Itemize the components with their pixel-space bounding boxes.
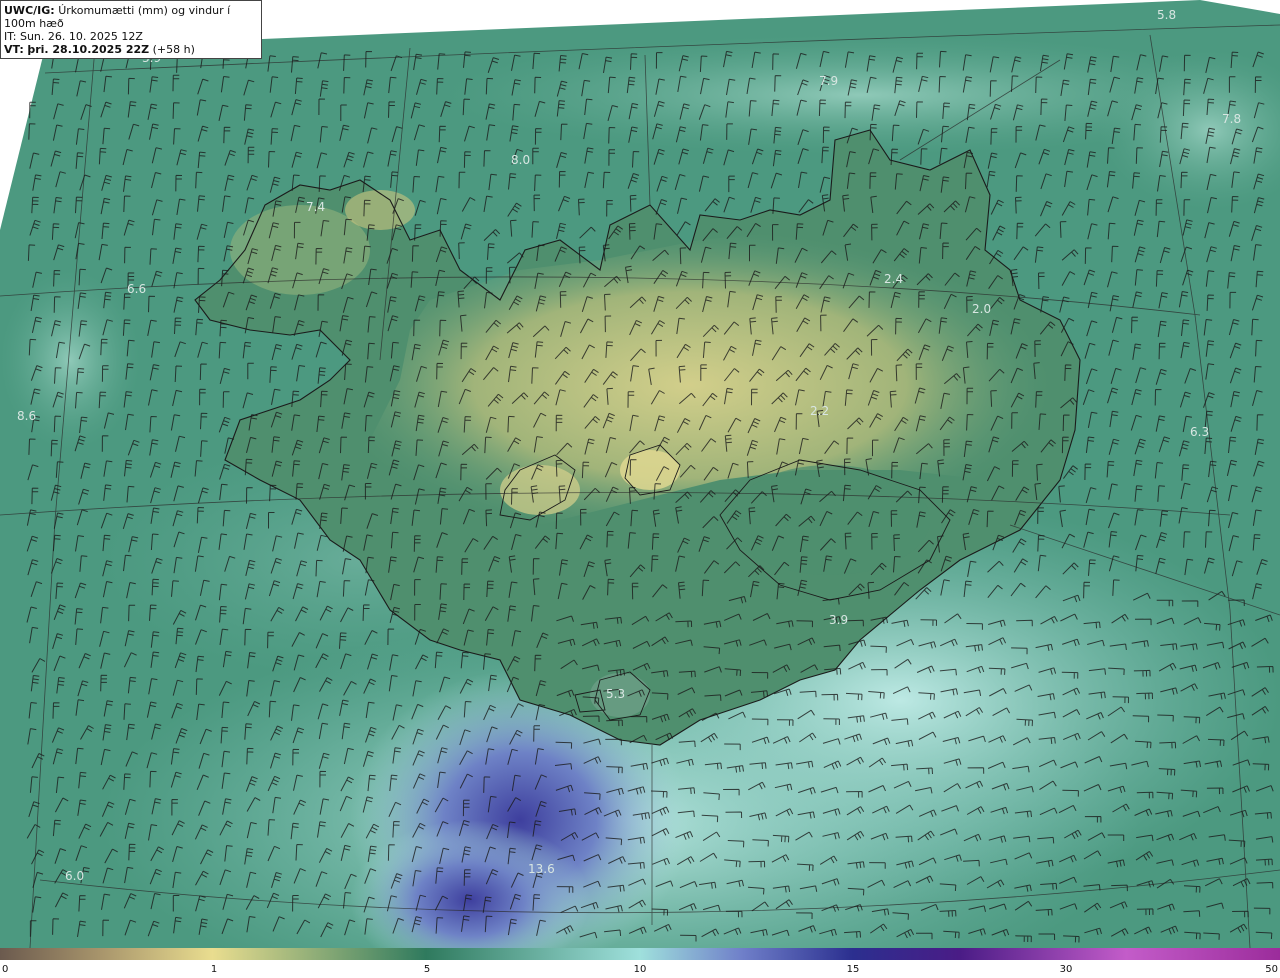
field-label: 13.6	[528, 862, 555, 876]
scale-tick: 15	[846, 964, 860, 975]
color-scale-ticks: 0 1 5 10 15 30 50	[0, 960, 1280, 978]
field-label: 6.0	[65, 869, 84, 883]
field-label: 5.8	[1157, 8, 1176, 22]
scale-tick: 30	[1059, 964, 1073, 975]
header-title-line: UWC/IG: Úrkomumætti (mm) og vindur í 100…	[4, 4, 257, 30]
valid-time-label: VT:	[4, 43, 24, 56]
field-label: 7.4	[306, 200, 325, 214]
field-label: 7.8	[1222, 112, 1241, 126]
lead-time: (+58 h)	[152, 43, 195, 56]
map-header: UWC/IG: Úrkomumætti (mm) og vindur í 100…	[0, 0, 262, 59]
scale-tick: 50	[1265, 964, 1278, 975]
scale-tick: 10	[633, 964, 647, 975]
field-label: 7.9	[819, 74, 838, 88]
field-label: 6.3	[1190, 425, 1209, 439]
init-time: IT: Sun. 26. 10. 2025 12Z	[4, 30, 143, 43]
field-label: 5.3	[606, 687, 625, 701]
field-label: 2.4	[884, 272, 903, 286]
model-name: UWC/IG:	[4, 4, 55, 17]
field-label: 2.0	[972, 302, 991, 316]
scale-tick: 0	[2, 964, 9, 975]
field-label: 8.0	[511, 153, 530, 167]
field-label: 8.6	[17, 409, 36, 423]
field-label: 2.2	[810, 404, 829, 418]
field-label: 3.9	[829, 613, 848, 627]
color-scale-bar	[0, 948, 1280, 960]
scale-tick: 1	[210, 964, 218, 975]
valid-time-line: VT: þri. 28.10.2025 22Z (+58 h)	[4, 43, 257, 56]
field-label: 6.6	[127, 282, 146, 296]
precipitation-wind-map: 3.9 5.8 7.9 7.8 8.0 7.4 2.4 2.0 6.6 8.6 …	[0, 0, 1280, 948]
scale-tick: 5	[423, 964, 431, 975]
valid-time: þri. 28.10.2025 22Z	[27, 43, 150, 56]
